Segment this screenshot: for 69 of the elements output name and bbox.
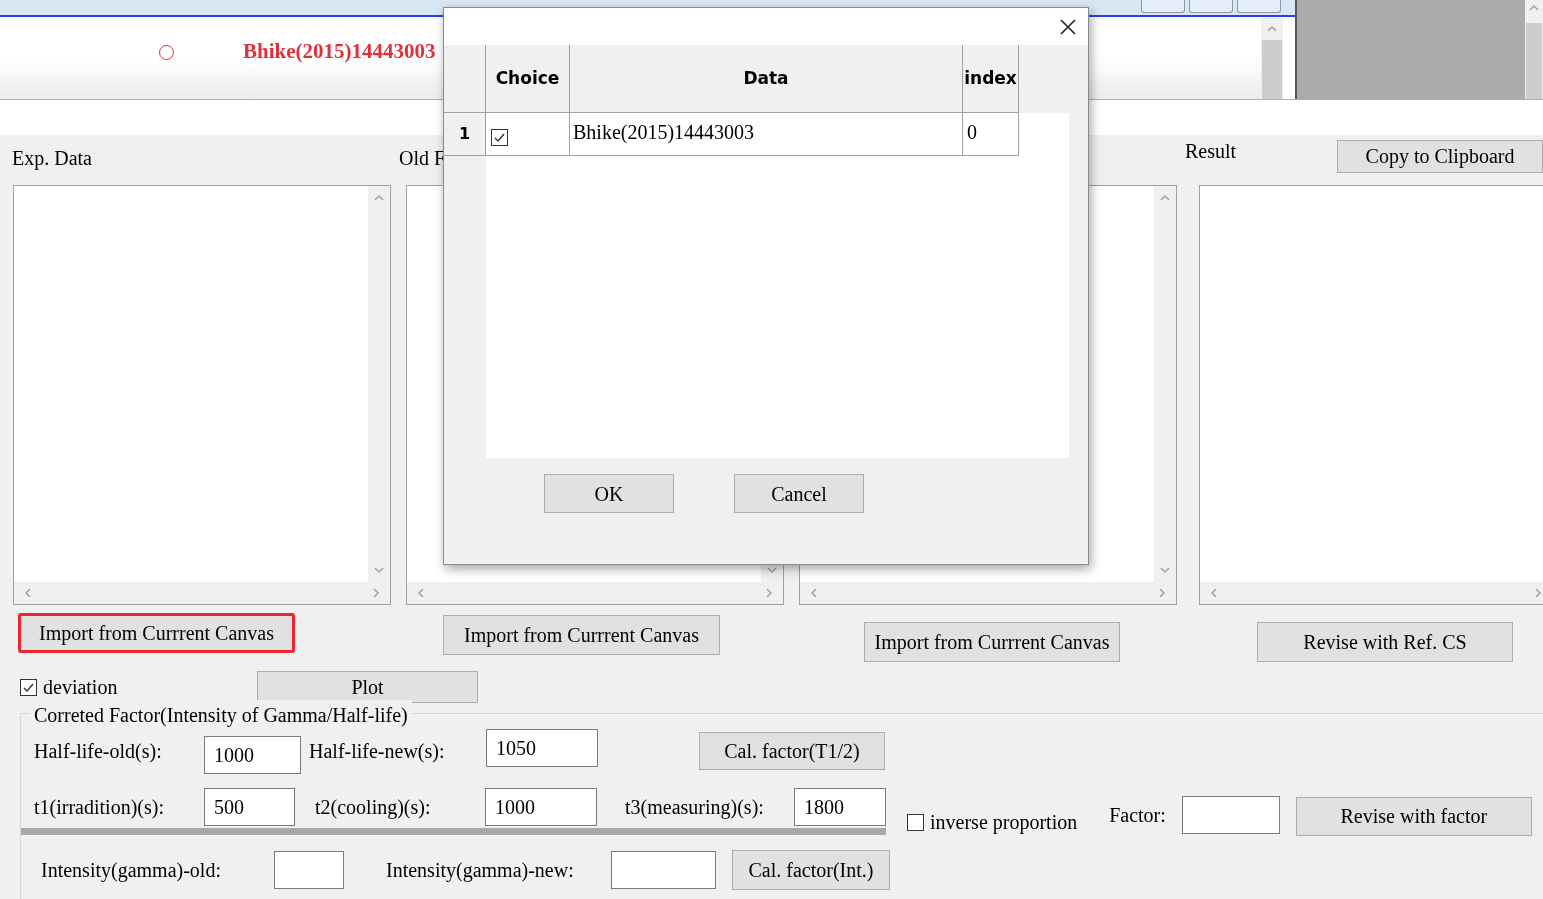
table-corner (444, 45, 486, 113)
marker-label: Bhike(2015)14443003 (243, 38, 436, 66)
field-label: Intensity(gamma)-old: (41, 858, 222, 884)
window-control-button[interactable] (1237, 0, 1281, 13)
checkbox[interactable] (907, 813, 924, 831)
scrollbar[interactable] (1525, 0, 1543, 99)
field-label: Factor: (1109, 803, 1166, 828)
scroll-left-icon[interactable] (810, 588, 817, 598)
button[interactable]: Copy to Clipboard (1337, 139, 1543, 173)
button[interactable]: Cancel (734, 474, 864, 513)
scrollbar[interactable] (368, 186, 390, 582)
scroll-left-icon[interactable] (24, 588, 31, 598)
list-box[interactable] (1199, 185, 1543, 605)
scroll-right-icon[interactable] (1535, 588, 1542, 598)
scrollbar[interactable] (407, 582, 783, 604)
input-field[interactable] (1181, 796, 1280, 834)
checkbox[interactable] (491, 128, 508, 146)
field-label: Exp. Data (12, 146, 92, 172)
button[interactable]: Import from Currrent Canvas (443, 615, 720, 655)
field-label: Half-life-new(s): (309, 739, 446, 765)
scroll-up-icon[interactable] (374, 194, 384, 201)
button[interactable]: Cal. factor(Int.) (732, 850, 890, 890)
field-label: inverse proportion (930, 810, 1078, 836)
button[interactable]: Cal. factor(T1/2) (699, 732, 885, 770)
field-label: Old F (399, 146, 446, 171)
field-label: t2(cooling)(s): (315, 795, 432, 821)
scrollbar[interactable] (1154, 186, 1176, 582)
scrollbar[interactable] (1261, 17, 1283, 99)
field-label: Intensity(gamma)-new: (386, 858, 575, 884)
scroll-down-icon[interactable] (767, 567, 777, 574)
scroll-down-icon[interactable] (374, 567, 384, 574)
window-control-button[interactable] (1141, 0, 1185, 13)
input-field[interactable]: 1000 (485, 788, 597, 826)
input-field[interactable]: 500 (204, 788, 295, 826)
input-field[interactable]: 1000 (204, 736, 301, 774)
scrollbar[interactable] (800, 582, 1176, 604)
button[interactable]: Revise with factor (1295, 796, 1532, 836)
button[interactable]: Import from Currrent Canvas (18, 613, 295, 653)
scroll-left-icon[interactable] (417, 588, 424, 598)
scroll-up-icon[interactable] (1160, 194, 1170, 201)
close-icon[interactable] (1060, 18, 1076, 35)
button[interactable]: Import from Currrent Canvas (864, 622, 1120, 662)
scroll-right-icon[interactable] (766, 588, 773, 598)
scroll-right-icon[interactable] (373, 588, 380, 598)
table-cell: 0 (963, 113, 1019, 156)
input-field[interactable]: 1800 (794, 788, 886, 826)
window-control-button[interactable] (1189, 0, 1233, 13)
scrollbar[interactable] (1200, 582, 1543, 604)
input-field[interactable] (274, 851, 344, 889)
scrollbar[interactable] (14, 582, 390, 604)
scroll-right-icon[interactable] (1159, 588, 1166, 598)
checkbox[interactable] (20, 678, 37, 696)
scroll-down-icon[interactable] (1160, 567, 1170, 574)
input-field[interactable]: 1050 (486, 729, 598, 767)
scroll-up-icon[interactable] (1267, 25, 1277, 32)
scroll-up-icon[interactable] (1529, 4, 1539, 11)
button[interactable]: Revise with Ref. CS (1257, 622, 1513, 662)
field-label: deviation (43, 675, 119, 700)
field-label: Half-life-old(s): (34, 739, 163, 765)
button[interactable]: Plot (257, 671, 478, 703)
scroll-left-icon[interactable] (1210, 588, 1217, 598)
input-field[interactable] (611, 851, 716, 889)
list-box[interactable] (13, 185, 391, 605)
field-label: Result (1185, 139, 1237, 164)
group-title: Correted Factor(Intensity of Gamma/Half-life) (30, 700, 412, 730)
table-cell: Bhike(2015)14443003 (570, 113, 963, 156)
button[interactable]: OK (544, 474, 674, 513)
field-label: t3(measuring)(s): (625, 795, 765, 821)
field-label: t1(irradition)(s): (34, 795, 165, 821)
